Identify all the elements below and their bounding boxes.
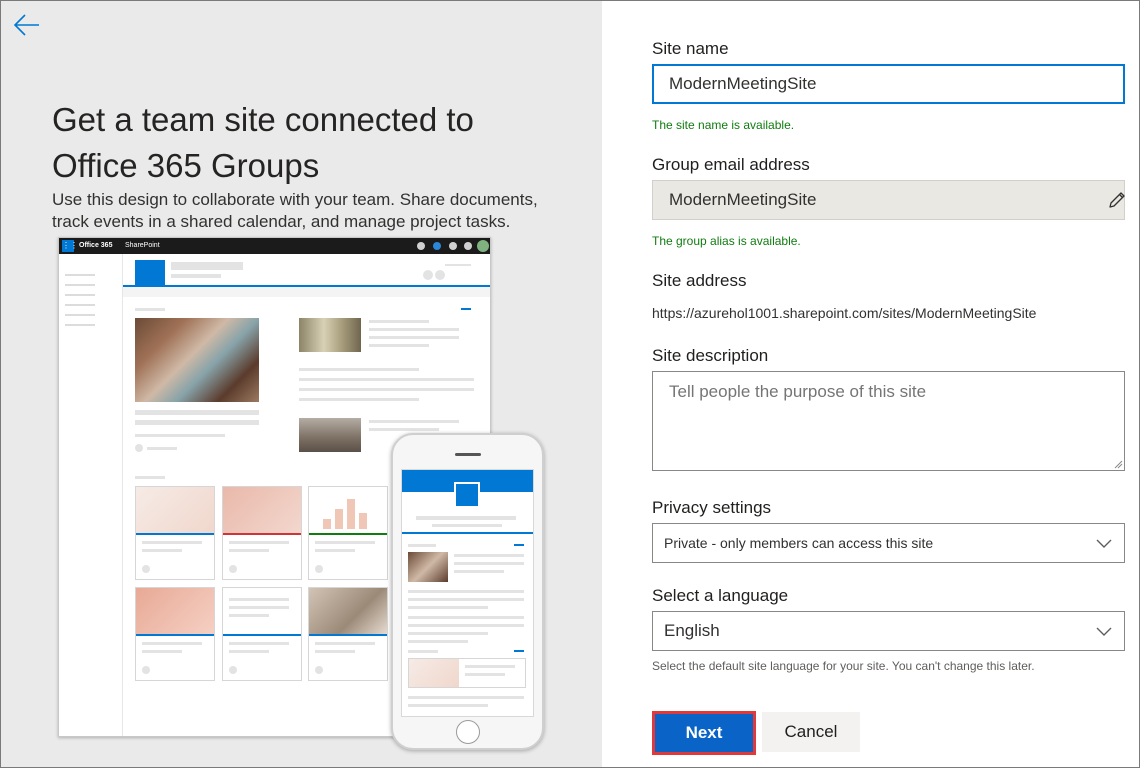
site-name-status: The site name is available. — [652, 118, 795, 132]
preview-photo-room — [299, 418, 361, 452]
preview-card — [308, 587, 388, 681]
preview-sync-icon — [433, 242, 441, 250]
privacy-selected-value: Private - only members can access this s… — [664, 535, 934, 551]
site-name-label: Site name — [652, 39, 729, 58]
language-selected-value: English — [664, 621, 720, 640]
preview-card — [222, 486, 302, 580]
hero-title-line2: Office 365 Groups — [52, 147, 320, 184]
preview-gear-icon — [449, 242, 457, 250]
preview-card — [222, 587, 302, 681]
group-email-label: Group email address — [652, 155, 810, 174]
pencil-icon[interactable] — [1107, 190, 1127, 210]
waffle-icon: ⋮⋮ — [62, 240, 78, 252]
phone-screen — [401, 469, 534, 717]
chevron-down-icon — [1096, 627, 1112, 636]
site-address-value: https://azurehol1001.sharepoint.com/site… — [652, 305, 1037, 321]
preview-brand: Office 365 — [79, 242, 113, 249]
hero-title: Get a team site connected to Office 365 … — [52, 97, 572, 189]
hero-title-line1: Get a team site connected to — [52, 101, 474, 138]
preview-card — [135, 587, 215, 681]
mobile-preview-image — [391, 433, 544, 750]
phone-home-button — [456, 720, 480, 744]
next-button[interactable]: Next — [652, 711, 756, 755]
site-form: Site name ModernMeetingSite The site nam… — [602, 1, 1139, 767]
design-preview-panel: Get a team site connected to Office 365 … — [1, 1, 602, 767]
preview-sidebar — [59, 254, 123, 736]
site-description-input[interactable] — [652, 371, 1125, 471]
preview-avatar — [477, 240, 489, 252]
site-name-input[interactable]: ModernMeetingSite — [652, 64, 1125, 104]
preview-app: SharePoint — [125, 242, 160, 249]
back-arrow-icon[interactable] — [11, 9, 43, 41]
preview-photo-meeting — [135, 318, 259, 402]
cancel-button[interactable]: Cancel — [762, 712, 860, 752]
privacy-dropdown[interactable]: Private - only members can access this s… — [652, 523, 1125, 563]
resize-handle-icon[interactable] — [1114, 460, 1123, 469]
preview-topbar: ⋮⋮ Office 365 SharePoint — [59, 238, 490, 254]
create-site-panel: Get a team site connected to Office 365 … — [0, 0, 1140, 768]
preview-help-icon — [464, 242, 472, 250]
group-email-field: ModernMeetingSite — [652, 180, 1125, 220]
language-dropdown[interactable]: English — [652, 611, 1125, 651]
hero-description: Use this design to collaborate with your… — [52, 190, 538, 231]
phone-speaker — [455, 453, 481, 456]
chevron-down-icon — [1096, 539, 1112, 548]
site-description-label: Site description — [652, 346, 769, 365]
site-address-label: Site address — [652, 271, 747, 290]
group-email-status: The group alias is available. — [652, 234, 801, 248]
preview-card — [308, 486, 388, 580]
preview-card — [135, 486, 215, 580]
privacy-label: Privacy settings — [652, 498, 772, 517]
preview-bell-icon — [417, 242, 425, 250]
language-hint: Select the default site language for you… — [652, 659, 1035, 673]
preview-photo-lobby — [299, 318, 361, 352]
language-label: Select a language — [652, 586, 789, 605]
